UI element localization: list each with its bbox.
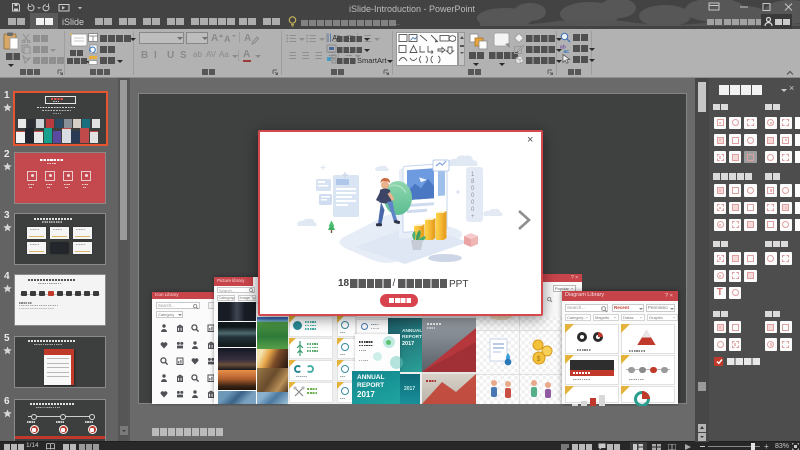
svg-text:$: $ <box>537 356 541 363</box>
svg-text:+: + <box>471 214 475 220</box>
